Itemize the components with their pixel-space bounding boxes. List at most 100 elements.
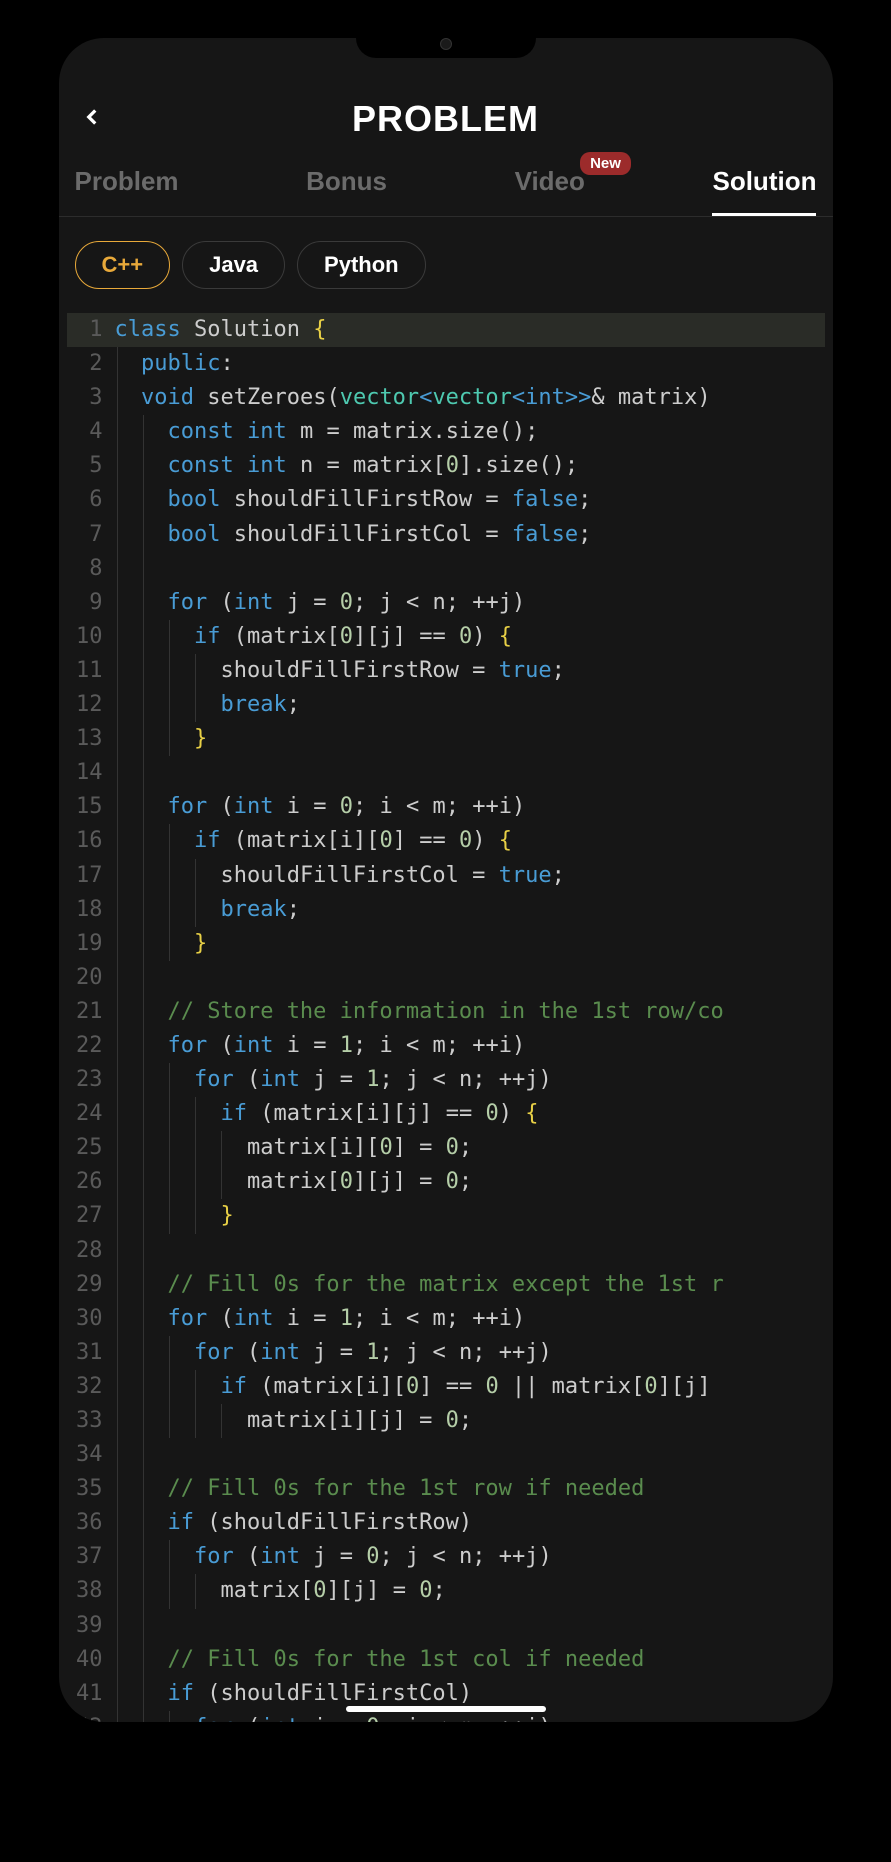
indent-guide [143,824,144,858]
line-number: 28 [67,1234,115,1268]
token-plain: ( [247,1374,274,1399]
indent-guide [143,995,144,1029]
token-punct: { [525,1101,538,1126]
token-plain: ]. [459,453,486,478]
indent-guide [143,552,144,586]
indent-guide [169,1574,170,1608]
token-type: bool [167,522,220,547]
indent-guide [117,415,118,449]
token-plain: ] = [393,1408,446,1433]
token-plain: ; [353,1033,380,1058]
token-plain: ) [512,1306,525,1331]
line-content [115,1234,825,1268]
line-number: 35 [67,1472,115,1506]
token-ident: shouldFillFirstCol [220,1681,458,1706]
token-kw: const [167,453,233,478]
line-content: break; [115,688,825,722]
tab-bonus[interactable]: Bonus [306,166,387,216]
token-plain: = [300,590,340,615]
indent-guide [195,859,196,893]
token-punct: { [499,624,512,649]
line-content: if (matrix[i][j] == 0) { [115,1097,825,1131]
phone-frame: PROBLEM Problem Bonus VideoNew Solution C++… [41,20,851,1740]
token-bool: true [499,863,552,888]
tab-solution[interactable]: Solution [712,166,816,216]
line-number: 2 [67,347,115,381]
token-kw: if [220,1101,247,1126]
indent-guide [117,1063,118,1097]
token-plain [220,522,233,547]
indent-guide [117,1165,118,1199]
home-indicator[interactable] [346,1706,546,1712]
indent-guide [117,1097,118,1131]
token-punct: } [220,1203,233,1228]
line-number: 20 [67,961,115,995]
page-title: PROBLEM [352,98,539,140]
token-plain [273,794,286,819]
indent-guide [143,1506,144,1540]
indent-guide [117,518,118,552]
indent-guide [143,1268,144,1302]
camera-dot [440,38,452,50]
code-line: 19 } [67,927,825,961]
indent-guide [143,722,144,756]
indent-guide [143,1199,144,1233]
indent-guide [143,1472,144,1506]
tab-video[interactable]: VideoNew [515,166,585,216]
indent-guide [143,893,144,927]
line-content: bool shouldFillFirstCol = false; [115,518,825,552]
token-plain: ; [552,863,565,888]
token-plain: = [326,1340,366,1365]
lang-tab-cp+[interactable]: C++ [75,241,171,289]
token-ident: j [379,624,392,649]
code-line: 33 matrix[i][j] = 0; [67,1404,825,1438]
lang-tab-python[interactable]: Python [297,241,426,289]
indent-guide [117,1540,118,1574]
line-content: matrix[i][0] = 0; [115,1131,825,1165]
token-plain: ; ++ [446,590,499,615]
code-editor[interactable]: 1class Solution {2 public:3 void setZero… [59,313,833,1722]
token-ident: i [287,1033,300,1058]
token-class: vector [340,385,419,410]
code-line: 40 // Fill 0s for the 1st col if needed [67,1643,825,1677]
indent-guide [169,722,170,756]
token-plain: = [300,1033,340,1058]
token-plain: ; [379,1544,406,1569]
line-number: 10 [67,620,115,654]
line-number: 7 [67,518,115,552]
token-plain: ][ [658,1374,685,1399]
line-number: 18 [67,893,115,927]
token-ident: n [459,1340,472,1365]
token-ident: m [432,1306,445,1331]
indent-guide [143,1438,144,1472]
indent-guide [143,1165,144,1199]
lang-tab-java[interactable]: Java [182,241,285,289]
line-content: } [115,1199,825,1233]
language-tabs: C++JavaPython [59,217,833,313]
token-ident: j [406,1340,419,1365]
token-ident: i [366,1101,379,1126]
token-plain: ) [512,794,525,819]
tab-problem[interactable]: Problem [75,166,179,216]
indent-guide [117,790,118,824]
token-kw: for [167,794,207,819]
token-angle: < [419,385,432,410]
indent-guide [117,1643,118,1677]
line-number: 31 [67,1336,115,1370]
line-number: 1 [67,313,115,347]
token-kw: class [115,317,181,342]
token-plain: < [393,590,433,615]
indent-guide [143,449,144,483]
token-plain: ; [578,522,591,547]
token-punct: } [194,931,207,956]
back-button[interactable] [79,100,105,139]
token-num: 0 [379,1135,392,1160]
indent-guide [117,1302,118,1336]
token-num: 0 [406,1374,419,1399]
token-ident: j [379,1408,392,1433]
token-num: 0 [485,1374,498,1399]
indent-guide [169,1131,170,1165]
token-num: 0 [446,1135,459,1160]
line-content: for (int i = 1; i < m; ++i) [115,1029,825,1063]
token-num: 0 [340,1169,353,1194]
